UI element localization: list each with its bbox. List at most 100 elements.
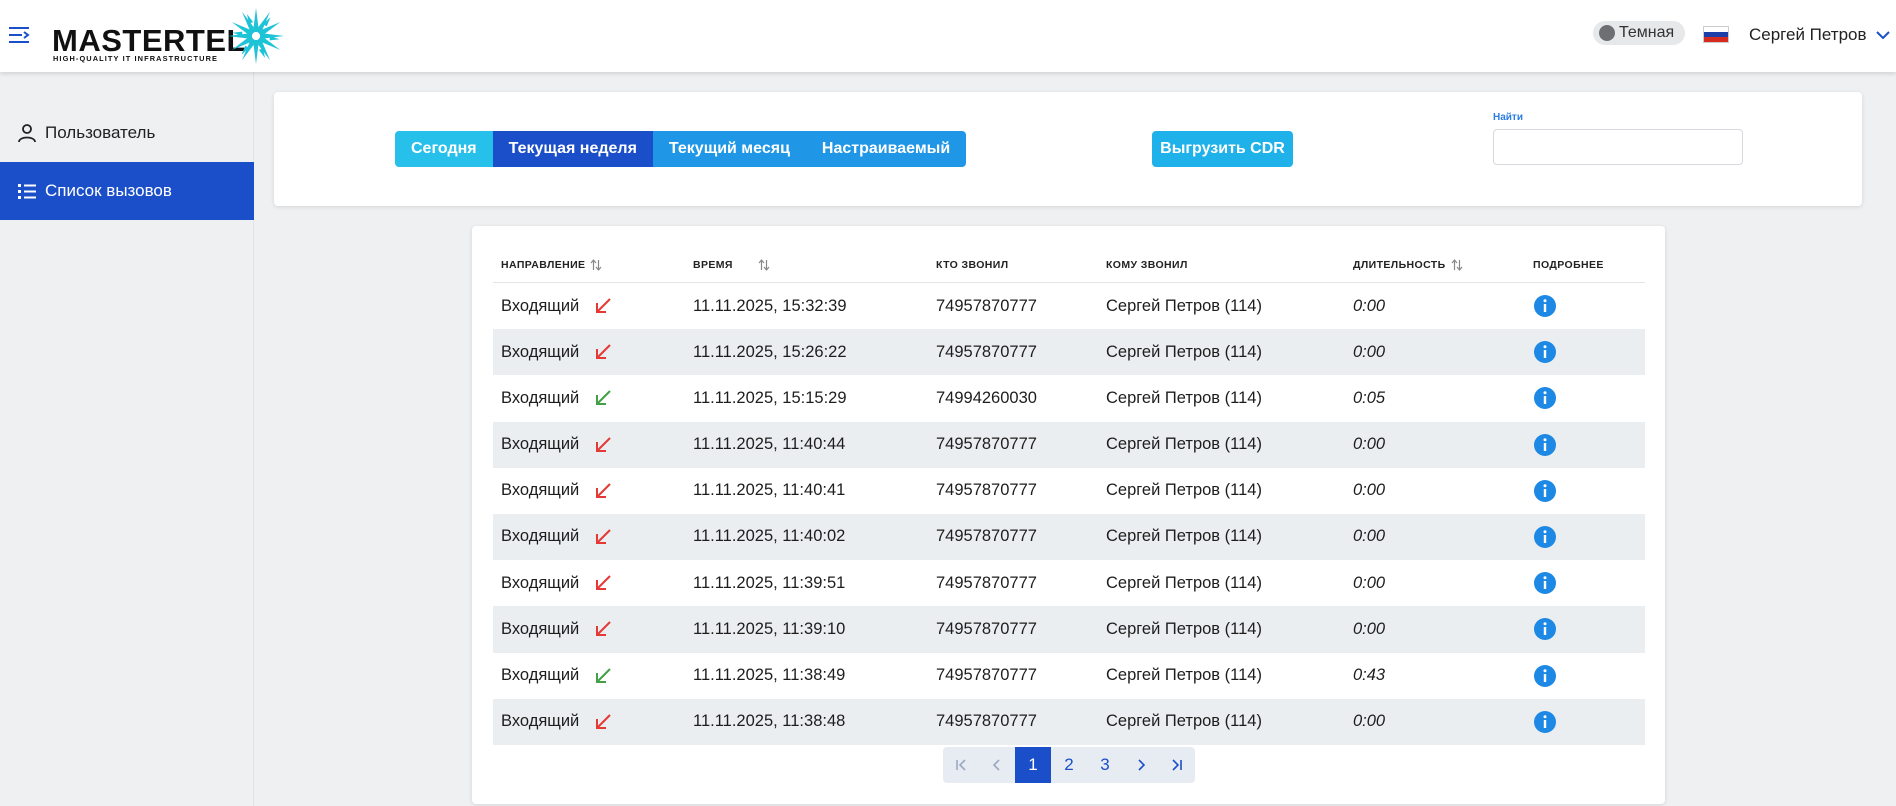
missed-call-arrow-icon — [596, 436, 611, 452]
cell-callee: Сергей Петров (114) — [1106, 435, 1262, 454]
logo[interactable]: MASTERTEL HIGH-QUALITY IT INFRASTRUCTURE — [52, 6, 292, 64]
cell-caller: 74957870777 — [936, 666, 1037, 684]
info-icon[interactable] — [1533, 294, 1557, 318]
cell-caller: 74957870777 — [936, 342, 1037, 361]
page-button-2[interactable]: 2 — [1051, 747, 1087, 783]
period-selector: Сегодня Текущая неделя Текущий месяц Нас… — [395, 131, 967, 167]
cell-direction: Входящий — [501, 329, 613, 375]
missed-call-arrow-icon — [596, 621, 611, 637]
cell-duration: 0:00 — [1353, 342, 1386, 361]
next-page-button[interactable] — [1123, 747, 1159, 783]
missed-call-arrow-icon — [596, 575, 611, 591]
first-page-button[interactable] — [943, 747, 979, 783]
cell-details — [1533, 422, 1557, 468]
cell-caller: 74957870777 — [936, 481, 1037, 500]
language-flag-icon[interactable] — [1703, 26, 1729, 43]
info-icon[interactable] — [1533, 479, 1557, 503]
table-row: Входящий 11.11.2025, 15:26:22 74957870777 С… — [493, 329, 1645, 376]
cell-callee: Сергей Петров (114) — [1106, 666, 1262, 684]
export-cdr-button[interactable]: Выгрузить CDR — [1152, 131, 1293, 167]
column-header-callee: Кому звонил — [1106, 252, 1188, 278]
column-header-duration: Длительность — [1353, 252, 1464, 278]
cell-time: 11.11.2025, 11:40:44 — [693, 435, 846, 454]
call-list-table: Направление Время Кто звонил Кому звонил — [472, 226, 1665, 804]
cell-time: 11.11.2025, 11:38:49 — [693, 666, 846, 684]
info-icon[interactable] — [1533, 710, 1557, 734]
missed-call-arrow-icon — [596, 529, 611, 544]
missed-call-arrow-icon — [596, 298, 611, 313]
cell-caller: 74957870777 — [936, 619, 1037, 638]
cell-time: 11.11.2025, 11:40:41 — [693, 481, 846, 500]
column-header-caller: Кто звонил — [936, 252, 1008, 278]
cell-details — [1533, 375, 1557, 421]
cell-direction: Входящий — [501, 699, 613, 745]
cell-details — [1533, 514, 1557, 560]
page-button-1[interactable]: 1 — [1015, 747, 1051, 783]
cell-details — [1533, 283, 1557, 329]
sort-icon[interactable] — [757, 258, 771, 272]
direction-label: Входящий — [501, 388, 580, 407]
pagination: 1 2 3 — [943, 747, 1195, 783]
column-header-label: Время — [693, 259, 733, 271]
info-icon[interactable] — [1533, 386, 1557, 410]
chevron-right-icon — [1138, 759, 1146, 771]
menu-toggle-icon[interactable] — [6, 22, 32, 48]
cell-duration: 0:05 — [1353, 388, 1386, 407]
direction-label: Входящий — [501, 619, 580, 638]
prev-page-button[interactable] — [979, 747, 1015, 783]
sidebar-item-user[interactable]: Пользователь — [0, 104, 254, 162]
cell-duration: 0:00 — [1353, 712, 1386, 731]
cell-direction: Входящий — [501, 468, 613, 514]
cell-details — [1533, 606, 1557, 652]
direction-label: Входящий — [501, 342, 580, 361]
period-today-button[interactable]: Сегодня — [395, 131, 493, 167]
sidebar-item-call-list[interactable]: Список вызовов — [0, 162, 254, 220]
column-header-label: Кто звонил — [936, 259, 1009, 271]
cell-callee: Сергей Петров (114) — [1106, 712, 1262, 731]
missed-call-arrow-icon — [596, 483, 611, 498]
info-icon[interactable] — [1533, 617, 1557, 641]
chevron-down-icon — [1875, 31, 1890, 40]
cell-time: 11.11.2025, 15:15:29 — [693, 388, 847, 407]
sidebar: Пользователь Список вызовов — [0, 72, 254, 806]
info-icon[interactable] — [1533, 571, 1557, 595]
column-header-label: Направление — [501, 259, 586, 271]
page-button-3[interactable]: 3 — [1087, 747, 1123, 783]
period-custom-button[interactable]: Настраиваемый — [805, 131, 967, 167]
cell-callee: Сергей Петров (114) — [1106, 388, 1262, 407]
sort-icon[interactable] — [1450, 258, 1464, 272]
period-current-week-button[interactable]: Текущая неделя — [492, 131, 653, 167]
info-icon[interactable] — [1533, 340, 1557, 364]
theme-toggle-label: Темная — [1619, 24, 1675, 41]
user-menu[interactable]: Сергей Петров — [1749, 22, 1891, 48]
sort-icon[interactable] — [589, 258, 603, 272]
cell-caller: 74957870777 — [936, 712, 1037, 731]
first-page-icon — [956, 759, 966, 771]
search-input[interactable] — [1493, 129, 1743, 165]
table-row: Входящий 11.11.2025, 11:40:41 74957870777 С… — [493, 468, 1645, 514]
cell-details — [1533, 560, 1557, 606]
chevron-left-icon — [992, 759, 1000, 771]
table-row: Входящий 11.11.2025, 11:40:44 74957870777 С… — [493, 421, 1645, 468]
cell-duration: 0:00 — [1353, 573, 1386, 592]
sidebar-item-label: Пользователь — [45, 123, 156, 142]
column-header-label: Кому звонил — [1106, 259, 1188, 271]
info-icon[interactable] — [1533, 664, 1557, 688]
theme-toggle[interactable]: Темная — [1593, 21, 1685, 45]
theme-toggle-knob — [1599, 25, 1615, 41]
cell-callee: Сергей Петров (114) — [1106, 342, 1262, 361]
top-header: MASTERTEL HIGH-QUALITY IT INFRASTRUCTURE — [0, 0, 1896, 72]
answered-call-arrow-icon — [596, 390, 611, 406]
period-current-month-button[interactable]: Текущий месяц — [652, 131, 806, 167]
user-icon — [18, 124, 36, 143]
cell-time: 11.11.2025, 11:39:51 — [693, 573, 846, 592]
cell-duration: 0:00 — [1353, 296, 1386, 315]
cell-time: 11.11.2025, 15:32:39 — [693, 296, 847, 315]
last-page-button[interactable] — [1159, 747, 1195, 783]
cell-duration: 0:00 — [1353, 619, 1386, 638]
cell-caller: 74957870777 — [936, 527, 1037, 546]
info-icon[interactable] — [1533, 525, 1557, 549]
direction-label: Входящий — [501, 666, 580, 684]
cell-direction: Входящий — [501, 375, 613, 421]
info-icon[interactable] — [1533, 433, 1557, 457]
